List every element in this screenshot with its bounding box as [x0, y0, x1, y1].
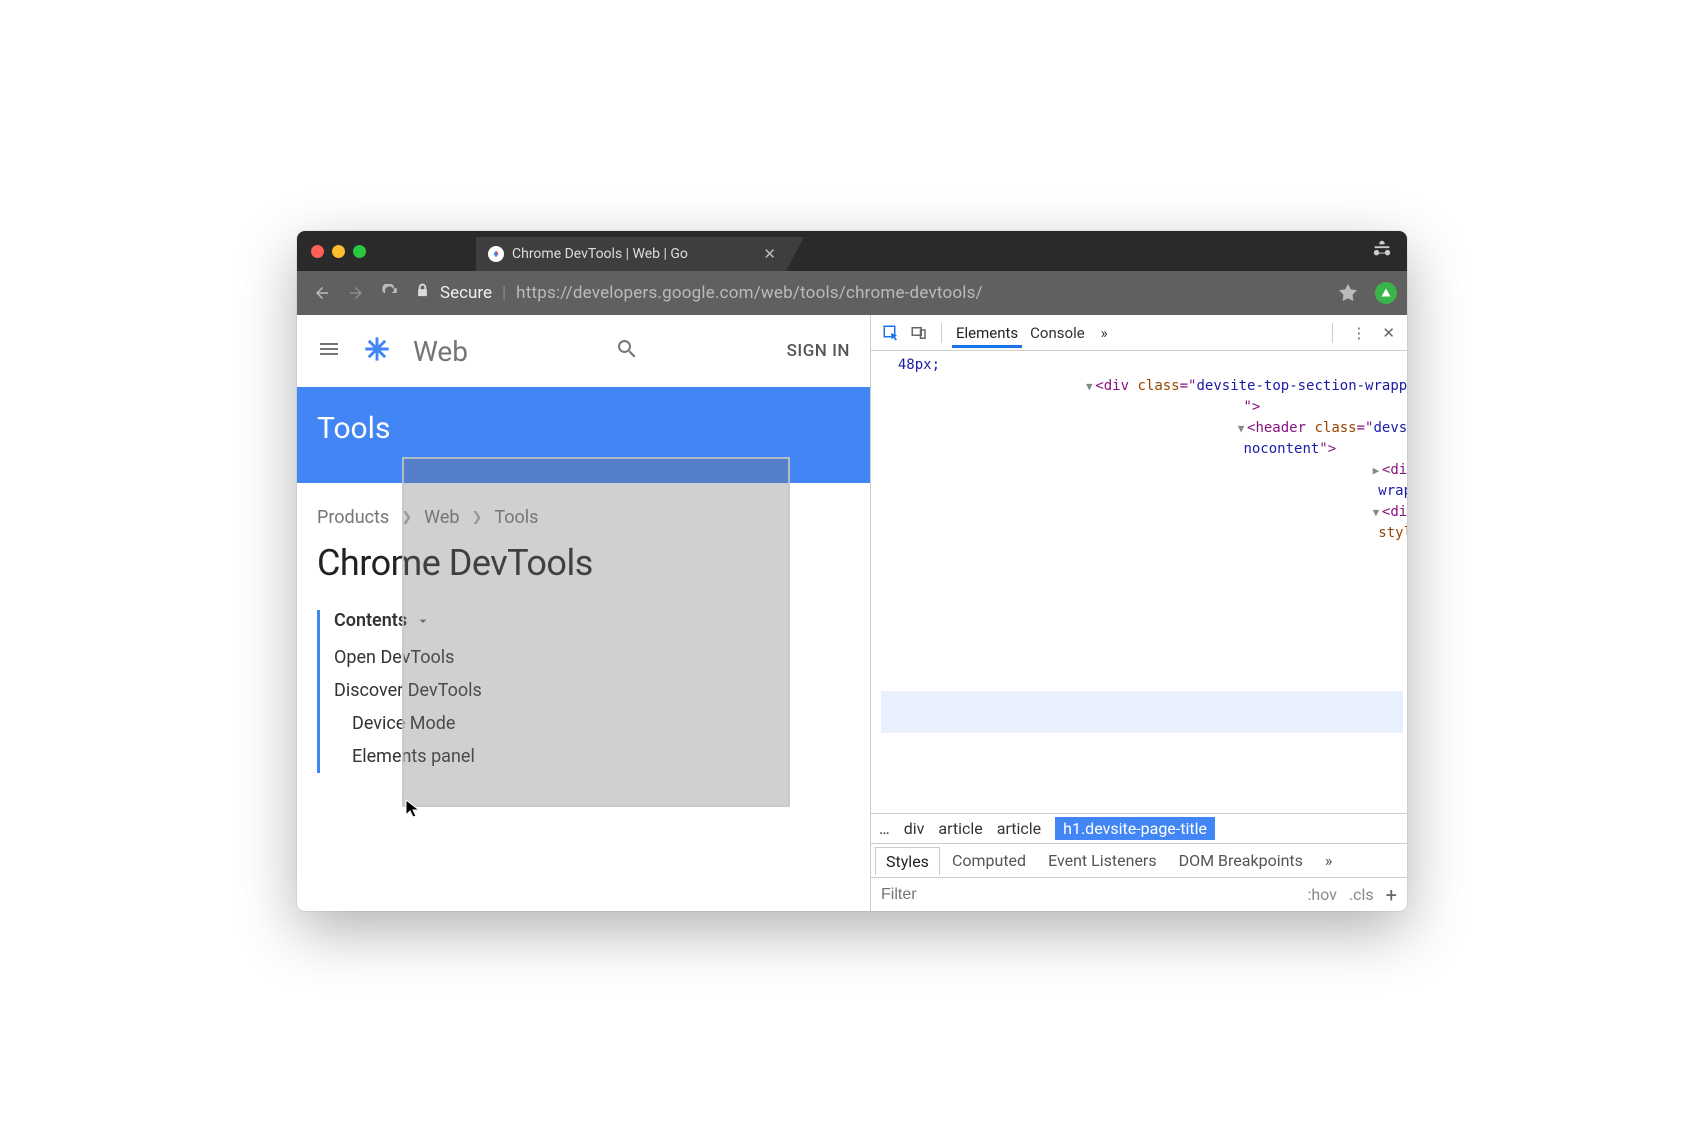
rendered-page: Web SIGN IN Tools Products ❯ Web ❯ Tools…: [297, 315, 870, 911]
page-header: Web SIGN IN: [297, 315, 870, 387]
styles-filter-input[interactable]: [881, 886, 1297, 904]
breadcrumb-item[interactable]: Tools: [494, 507, 538, 528]
dom-node[interactable]: devsite-full-site-width" style=: [881, 607, 1403, 628]
subtab-computed[interactable]: Computed: [942, 847, 1036, 874]
dom-breadcrumb: … div article article h1.devsite-page-ti…: [871, 813, 1407, 843]
separator: [941, 323, 942, 343]
tab-close-icon[interactable]: ✕: [763, 245, 776, 263]
crumb-ellipsis[interactable]: …: [879, 819, 890, 838]
crumb-item[interactable]: div: [904, 819, 925, 838]
extension-badge-icon[interactable]: [1375, 282, 1397, 304]
styles-tab-bar: Styles Computed Event Listeners DOM Brea…: [871, 843, 1407, 877]
secure-label: Secure: [440, 283, 492, 303]
crumb-selected[interactable]: h1.devsite-page-title: [1055, 817, 1215, 840]
cls-toggle[interactable]: .cls: [1349, 885, 1374, 904]
devtools-panel: Elements Console » ⋮ ✕ 48px; ▼<div class…: [870, 315, 1407, 911]
content-area: Web SIGN IN Tools Products ❯ Web ❯ Tools…: [297, 315, 1407, 911]
chevron-down-icon: [415, 613, 431, 629]
tab-console[interactable]: Console: [1026, 318, 1089, 348]
reload-button[interactable]: [375, 278, 405, 308]
toc-item[interactable]: Elements panel: [334, 740, 850, 773]
dom-node[interactable]: ▼<div class="devsite-product-: [881, 649, 1403, 670]
dom-node[interactable]: ▶<div class="devsite-top-logo-row-wrappe…: [881, 460, 1403, 481]
page-title: Chrome DevTools: [317, 542, 850, 584]
breadcrumb-item[interactable]: Products: [317, 507, 389, 528]
chevron-right-icon: ❯: [472, 510, 483, 525]
dom-node[interactable]: "visibility: visible;">: [881, 628, 1403, 649]
back-button[interactable]: [307, 278, 337, 308]
crumb-item[interactable]: article: [938, 819, 982, 838]
hov-toggle[interactable]: :hov: [1307, 885, 1336, 904]
separator: [1332, 323, 1333, 343]
toc-item[interactable]: Open DevTools: [334, 641, 850, 674]
close-window-icon[interactable]: [311, 245, 324, 258]
more-subtabs-icon[interactable]: »: [1315, 847, 1343, 874]
tools-banner: Tools: [297, 387, 870, 483]
minimize-window-icon[interactable]: [332, 245, 345, 258]
device-toolbar-icon[interactable]: [907, 321, 931, 345]
subtab-dom-breakpoints[interactable]: DOM Breakpoints: [1169, 847, 1313, 874]
browser-tab[interactable]: Chrome DevTools | Web | Go ✕: [476, 237, 786, 271]
close-devtools-icon[interactable]: ✕: [1378, 320, 1399, 346]
dom-node[interactable]: description-row">: [881, 670, 1403, 691]
dom-node[interactable]: list">…</ul>: [881, 712, 1403, 733]
breadcrumb: Products ❯ Web ❯ Tools: [317, 507, 850, 528]
url-divider: |: [502, 283, 506, 303]
dom-node[interactable]: ▼<div class="devsite-collapsible-section…: [881, 502, 1403, 523]
devtools-tab-bar: Elements Console » ⋮ ✕: [871, 315, 1407, 351]
table-of-contents: Contents Open DevToolsDiscover DevToolsD…: [317, 610, 850, 773]
maximize-window-icon[interactable]: [353, 245, 366, 258]
styles-filter-row: :hov .cls +: [871, 877, 1407, 911]
dom-node[interactable]: </div>: [881, 733, 1403, 754]
dom-node[interactable]: ▼<div class="devsite-product-id-row: [881, 586, 1403, 607]
crumb-item[interactable]: article: [997, 819, 1041, 838]
kebab-menu-icon[interactable]: ⋮: [1347, 320, 1370, 346]
tab-title: Chrome DevTools | Web | Go: [512, 246, 688, 262]
page-body: Products ❯ Web ❯ Tools Chrome DevTools C…: [297, 483, 870, 911]
inspect-element-icon[interactable]: [879, 321, 903, 345]
search-icon[interactable]: [615, 337, 639, 365]
lock-icon: [415, 283, 430, 303]
forward-button[interactable]: [341, 278, 371, 308]
favicon-icon: [488, 246, 504, 262]
more-tabs-icon[interactable]: »: [1097, 318, 1112, 348]
site-logo-icon[interactable]: [363, 335, 391, 367]
toc-item[interactable]: Device Mode: [334, 707, 850, 740]
titlebar: Chrome DevTools | Web | Go ✕: [297, 231, 1407, 271]
chevron-right-icon: ❯: [401, 510, 412, 525]
browser-window: Chrome DevTools | Web | Go ✕ Secure | ht…: [297, 231, 1407, 911]
subtab-styles[interactable]: Styles: [875, 847, 940, 875]
mouse-cursor-icon: [405, 799, 421, 823]
breadcrumb-item[interactable]: Web: [424, 507, 459, 528]
dom-node[interactable]: </div>: [881, 754, 1403, 775]
url-text[interactable]: https://developers.google.com/web/tools/…: [516, 283, 983, 303]
banner-title: Tools: [317, 411, 390, 446]
dom-node[interactable]: ▼<div class="devsite-header-background: [881, 544, 1403, 565]
dom-node[interactable]: ">: [881, 397, 1403, 418]
hamburger-menu-icon[interactable]: [317, 337, 341, 365]
dom-tree[interactable]: 48px; ▼<div class="devsite-top-section-w…: [871, 351, 1407, 813]
dom-node[interactable]: nocontent">: [881, 439, 1403, 460]
dom-node[interactable]: ▶<ul class="devsite-breadcrumb-: [881, 691, 1403, 712]
signin-link[interactable]: SIGN IN: [787, 341, 850, 361]
bookmark-star-icon[interactable]: [1333, 278, 1363, 308]
toc-header[interactable]: Contents: [334, 610, 850, 631]
tab-elements[interactable]: Elements: [952, 318, 1022, 348]
toc-item[interactable]: Discover DevTools: [334, 674, 850, 707]
dom-node[interactable]: ▼<header class="devsite-top-section: [881, 418, 1403, 439]
dom-node[interactable]: wrapper" style="position: fixed;">…</div…: [881, 481, 1403, 502]
dom-node[interactable]: ▼<div class="devsite-top-section-wrapper: [881, 376, 1403, 397]
subtab-event-listeners[interactable]: Event Listeners: [1038, 847, 1167, 874]
dom-node[interactable]: style="margin-top: 0px;">: [881, 523, 1403, 544]
address-bar: Secure | https://developers.google.com/w…: [297, 271, 1407, 315]
window-traffic-lights: [311, 245, 366, 258]
site-name[interactable]: Web: [413, 335, 468, 368]
new-style-rule-icon[interactable]: +: [1386, 883, 1397, 907]
incognito-icon: [1371, 238, 1393, 264]
dom-node[interactable]: devsite-full-site-width">: [881, 565, 1403, 586]
